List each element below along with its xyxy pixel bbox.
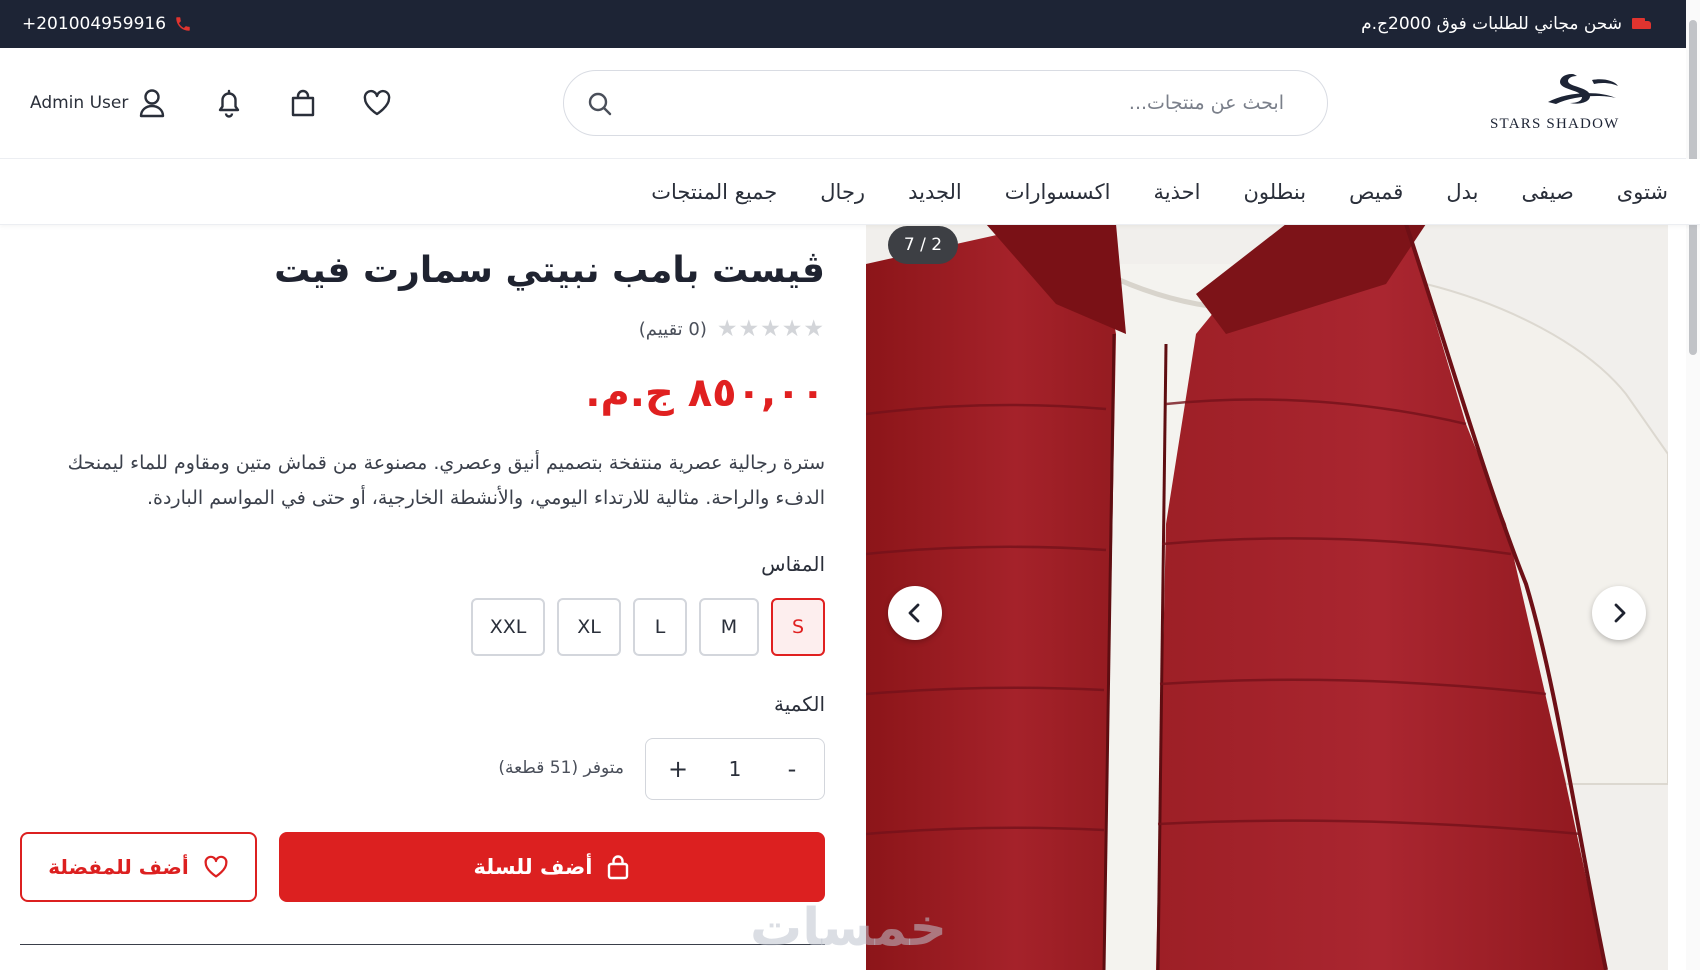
size-option-l[interactable]: L xyxy=(633,598,687,656)
nav-item[interactable]: بدل xyxy=(1446,180,1478,204)
nav-item[interactable]: بنطلون xyxy=(1243,180,1306,204)
size-option-m[interactable]: M xyxy=(699,598,759,656)
gallery-next-button[interactable] xyxy=(1592,586,1646,640)
logo-mark xyxy=(1548,74,1618,104)
nav-item[interactable]: صيفى xyxy=(1521,180,1573,204)
size-label: المقاس xyxy=(761,552,825,576)
search-icon[interactable] xyxy=(586,90,614,118)
size-option-xxl[interactable]: XXL xyxy=(471,598,545,656)
quantity-stepper: - 1 + xyxy=(645,738,825,800)
nav-item[interactable]: جميع المنتجات xyxy=(651,180,777,204)
nav-item[interactable]: شتوى xyxy=(1617,180,1668,204)
bag-icon xyxy=(292,89,315,117)
nav-list: شتوى صيفى بدل قميص بنطلون احذية اكسسوارات الجدي… xyxy=(651,159,1668,225)
rating-count: (0 تقييم) xyxy=(638,318,707,340)
heart-icon xyxy=(204,855,228,878)
lock-bag-icon xyxy=(608,855,629,880)
product-price: ٨٥٠,٠٠ ج.م. xyxy=(585,370,825,416)
chevron-right-icon xyxy=(1614,603,1626,623)
product-image xyxy=(866,224,1668,970)
bell-icon xyxy=(219,89,240,118)
phone-icon xyxy=(176,17,190,31)
top-bar: +201004959916 شحن مجاني للطلبات فوق 2000… xyxy=(0,0,1700,48)
search-input[interactable] xyxy=(644,81,1284,125)
add-to-cart-button[interactable]: أضف للسلة xyxy=(279,832,825,902)
product-rating: ★★★★★ (0 تقييم) xyxy=(639,316,825,342)
watermark: خمسات xyxy=(750,898,948,958)
phone-number: +201004959916 xyxy=(22,14,167,34)
site-logo[interactable]: STARS SHADOW xyxy=(1490,72,1670,136)
user-icon xyxy=(140,89,165,118)
user-name: Admin User xyxy=(30,93,129,113)
product-title: ڤيست بامب نبيتي سمارت فيت xyxy=(274,250,825,291)
cart-button[interactable] xyxy=(288,88,318,118)
site-header: Admin User ابحث عن منتجات... STARS SHADO… xyxy=(0,48,1700,159)
add-to-wishlist-button[interactable]: أضف للمفضلة xyxy=(20,832,257,902)
size-option-s[interactable]: S xyxy=(771,598,825,656)
quantity-increase-button[interactable]: + xyxy=(658,755,698,783)
size-options: S M L XL XXL xyxy=(471,598,825,656)
logo-text: STARS SHADOW xyxy=(1490,116,1620,132)
notifications-button[interactable] xyxy=(214,88,244,118)
quantity-value[interactable]: 1 xyxy=(729,757,742,781)
nav-item[interactable]: الجديد xyxy=(908,180,962,204)
gallery-prev-button[interactable] xyxy=(888,586,942,640)
promo-text: شحن مجاني للطلبات فوق 2000ج.م xyxy=(1361,14,1622,34)
product-description: سترة رجالية عصرية منتفخة بتصميم أنيق وعص… xyxy=(67,452,825,509)
product-gallery: 7 / 2 xyxy=(866,224,1668,970)
topbar-promo: شحن مجاني للطلبات فوق 2000ج.م xyxy=(1361,0,1652,48)
product-info: ڤيست بامب نبيتي سمارت فيت ★★★★★ (0 تقييم… xyxy=(20,224,825,970)
section-divider xyxy=(20,944,825,945)
nav-item[interactable]: رجال xyxy=(820,180,865,204)
size-option-xl[interactable]: XL xyxy=(557,598,621,656)
nav-item[interactable]: قميص xyxy=(1349,180,1403,204)
truck-icon xyxy=(1632,17,1652,31)
nav-item[interactable]: احذية xyxy=(1154,180,1201,204)
user-account[interactable]: Admin User xyxy=(30,88,166,118)
add-to-cart-label: أضف للسلة xyxy=(473,855,593,879)
search-bar xyxy=(563,70,1328,136)
quantity-decrease-button[interactable]: - xyxy=(772,755,812,783)
stock-status: متوفر (51 قطعة) xyxy=(498,758,624,778)
add-to-wishlist-label: أضف للمفضلة xyxy=(48,855,189,879)
header-actions: Admin User xyxy=(30,78,392,128)
main-nav: شتوى صيفى بدل قميص بنطلون احذية اكسسوارات الجدي… xyxy=(0,159,1700,225)
quantity-label: الكمية xyxy=(773,692,825,716)
wishlist-button[interactable] xyxy=(362,88,392,118)
heart-icon xyxy=(364,89,391,116)
chevron-left-icon xyxy=(908,603,920,623)
image-counter: 7 / 2 xyxy=(888,226,958,264)
rating-stars: ★★★★★ xyxy=(716,316,825,342)
nav-item[interactable]: اكسسوارات xyxy=(1005,180,1111,204)
topbar-phone[interactable]: +201004959916 xyxy=(22,0,192,48)
